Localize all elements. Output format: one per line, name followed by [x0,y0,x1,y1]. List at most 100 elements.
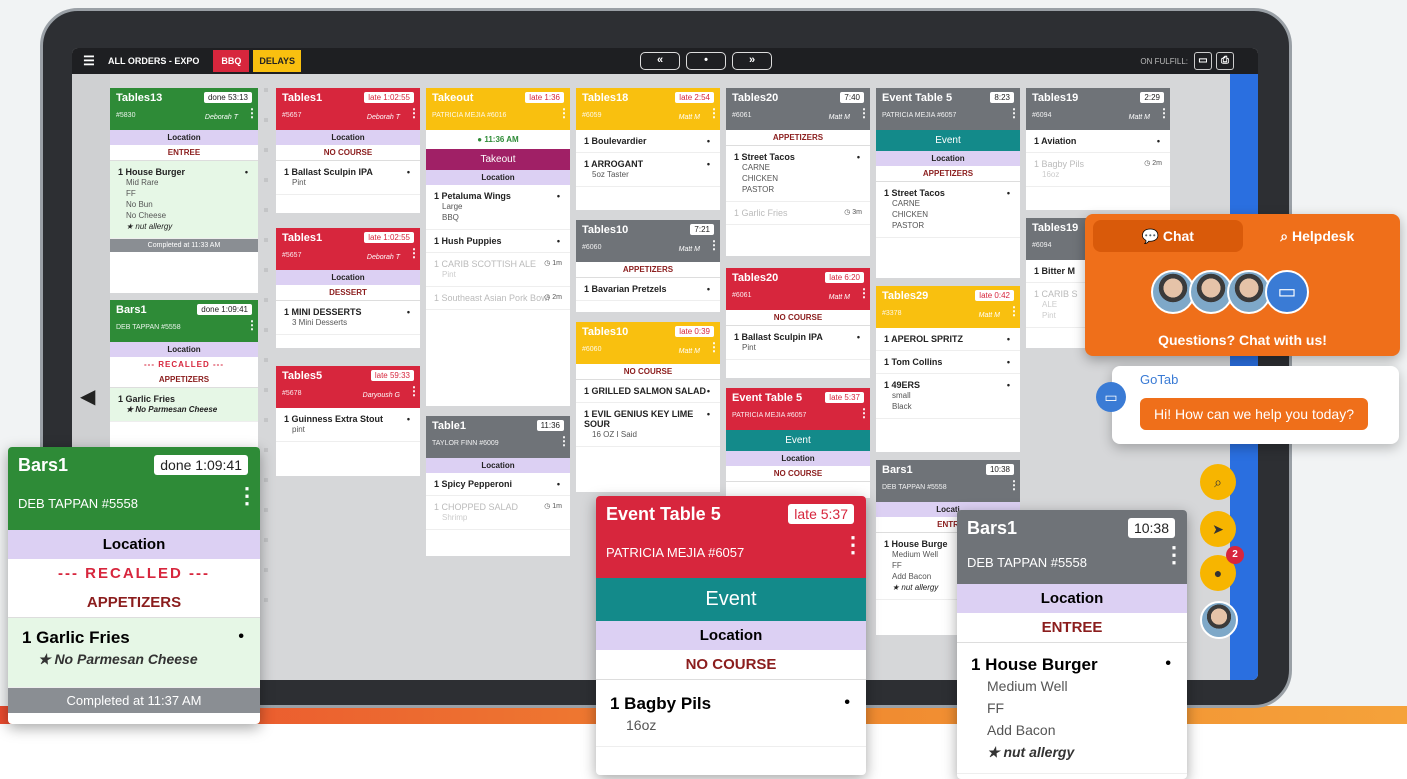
order-item[interactable]: 1 Spicy Pepperoni • [426,473,570,496]
chat-icon[interactable]: ▭ [1194,52,1212,70]
ticket-timer: 2:29 [1140,92,1164,103]
more-icon[interactable]: ⋮ [1008,479,1020,491]
greeting-message[interactable]: Hi! How can we help you today? [1140,398,1368,430]
order-item[interactable]: 1 Street Tacos • CARNE CHICKEN PASTOR [726,146,870,202]
zoom-ticket-bars1-recalled[interactable]: Bars1 done 1:09:41 DEB TAPPAN #5558 ⋮ Lo… [8,447,260,724]
ticket-table1[interactable]: Table1 11:36 TAYLOR FINN #6009 ⋮ Location 1… [426,416,570,556]
more-icon[interactable]: ⋮ [558,107,570,119]
chat-widget: 💬 Chat ⌕ Helpdesk ▭ Questions? Chat with… [1085,214,1400,356]
event-bar: Event [876,130,1020,151]
ticket-tables18[interactable]: Tables18 late 2:54 #6059 Matt M ⋮ 1 Boulevar… [576,88,720,210]
delays-filter-button[interactable]: DELAYS [253,50,302,72]
ticket-tables13[interactable]: Tables13 done 53:13 #5830 Deborah T ⋮ Locati… [110,88,258,293]
ticket-timer: done 1:09:41 [197,304,252,315]
ticket-tables20-a[interactable]: Tables20 7:40 #6061 Matt M ⋮ APPETIZERS 1 St… [726,88,870,256]
order-item[interactable]: 1 EVIL GENIUS KEY LIME SOUR • 16 OZ I Said [576,403,720,447]
ticket-tables29[interactable]: Tables29 late 0:42 #3378 Matt M ⋮ 1 APEROL S… [876,286,1020,452]
order-item[interactable]: 1 ARROGANT • 5oz Taster [576,153,720,187]
order-item[interactable]: 1 Tom Collins • [876,351,1020,374]
order-item[interactable]: 1 Ballast Sculpin IPA • Pint [726,326,870,360]
zoom-ticket-bars1-entree[interactable]: Bars1 10:38 DEB TAPPAN #5558 ⋮ Location … [957,510,1187,779]
view-title[interactable]: ALL ORDERS - EXPO [108,56,199,66]
bbq-filter-button[interactable]: BBQ [213,50,250,72]
next-page-button[interactable]: » [732,52,772,70]
chat-cta[interactable]: Questions? Chat with us! [1085,332,1400,348]
order-item[interactable]: 1 CARIB SCOTTISH ALE ◷ 1m Pint [426,253,570,287]
more-icon[interactable]: ⋮ [858,287,870,299]
more-icon[interactable]: ⋮ [842,534,864,556]
order-item[interactable]: 1 Ballast Sculpin IPA • Pint [276,161,420,195]
ticket-tables10-b[interactable]: Tables10 late 0:39 #6060 Matt M ⋮ NO COURSE … [576,322,720,492]
order-item[interactable]: 1 Bavarian Pretzels • [576,278,720,301]
ticket-tables20-b[interactable]: Tables20 late 6:20 #6061 Matt M ⋮ NO COURSE … [726,268,870,378]
order-item[interactable]: 1 Boulevardier • [576,130,720,153]
order-item[interactable]: 1 CHOPPED SALAD ◷ 1m Shrimp [426,496,570,530]
order-item[interactable]: 1 MINI DESSERTS • 3 Mini Desserts [276,301,420,335]
ticket-event-table5-a[interactable]: Event Table 5 late 5:37 PATRICIA MEJIA #60… [726,388,870,498]
order-item[interactable]: 1 House Burger • Medium Well FF Add Bacon ★ … [957,643,1187,774]
more-icon[interactable]: ⋮ [246,319,258,331]
more-icon[interactable]: ⋮ [236,485,258,507]
more-icon[interactable]: ⋮ [408,107,420,119]
more-icon[interactable]: ⋮ [558,435,570,447]
order-item[interactable]: 1 Southeast Asian Pork Bowl ◷ 2m [426,287,570,310]
order-item[interactable]: 1 49ERS • small Black [876,374,1020,419]
prev-page-button[interactable]: « [640,52,680,70]
more-icon[interactable]: ⋮ [1163,544,1185,566]
cursor-icon[interactable]: ➤ [1200,511,1236,547]
more-icon[interactable]: ⋮ [408,385,420,397]
ticket-event-table5-b[interactable]: Event Table 5 8:23 PATRICIA MEJIA #6057 ⋮ E… [876,88,1020,278]
zoom-ticket-event-table5[interactable]: Event Table 5 late 5:37 PATRICIA MEJIA #… [596,496,866,775]
ticket-tables19-a[interactable]: Tables19 2:29 #6094 Matt M ⋮ 1 Aviation • 1 B… [1026,88,1170,210]
more-icon[interactable]: ⋮ [1008,107,1020,119]
order-item[interactable]: 1 Petaluma Wings • Large BBQ [426,185,570,230]
more-icon[interactable]: ⋮ [1008,305,1020,317]
server-name: Matt M [828,114,850,121]
ticket-takeout[interactable]: Takeout late 1:36 PATRICIA MEJIA #6016 ⋮ ● … [426,88,570,406]
current-page-button[interactable]: • [686,52,726,70]
order-item[interactable]: 1 Garlic Fries ◷ 3m [726,202,870,225]
order-item[interactable]: 1 Hush Puppies • [426,230,570,253]
modifier: small [892,391,911,400]
ticket-header: Tables1 late 1:02:55 #5657 Deborah T ⋮ [276,228,420,270]
ticket-timer: late 59:33 [370,370,414,381]
more-icon[interactable]: ⋮ [858,407,870,419]
user-icon[interactable] [1200,601,1238,639]
menu-icon[interactable]: ☰ [78,53,100,69]
order-item[interactable]: 1 Bagby Pils • 16oz [596,680,866,747]
more-icon[interactable]: ⋮ [408,247,420,259]
modifier: pint [292,425,305,434]
search-icon[interactable]: ⌕ [1200,464,1236,500]
ticket-timer: 8:23 [990,92,1014,103]
order-item[interactable]: 1 Aviation • [1026,130,1170,153]
more-icon[interactable]: ⋮ [246,107,258,119]
item-timer: ◷ 3m [844,209,862,216]
gotab-message-card[interactable]: ▭ GoTab Hi! How can we help you today? [1096,366,1399,444]
order-item[interactable]: 1 Guinness Extra Stout • pint [276,408,420,442]
order-item[interactable]: 1 Bagby Pils ◷ 2m 16oz [1026,153,1170,187]
tab-chat-label: Chat [1162,228,1194,244]
order-item[interactable]: 1 APEROL SPRITZ • [876,328,1020,351]
tab-helpdesk[interactable]: ⌕ Helpdesk [1243,220,1393,252]
more-icon[interactable]: ⋮ [1158,107,1170,119]
print-icon[interactable]: ⎙ [1216,52,1234,70]
ticket-tables1-b[interactable]: Tables1 late 1:02:55 #5657 Deborah T ⋮ Locat… [276,228,420,348]
more-icon[interactable]: ⋮ [708,239,720,251]
order-item[interactable]: 1 House Burger • Mid Rare FF No Bun No Chees… [110,161,258,239]
modifier: CARNE [892,199,921,208]
tab-chat[interactable]: 💬 Chat [1093,220,1243,252]
left-arrow-icon[interactable]: ◀ [80,384,95,409]
course-label: NO COURSE [726,310,870,326]
ticket-tables1-a[interactable]: Tables1 late 1:02:55 #5657 Deborah T ⋮ Locat… [276,88,420,213]
ticket-bars1-small[interactable]: Bars1 done 1:09:41 DEB TAPPAN #5558 ⋮ Locat… [110,300,258,450]
order-item[interactable]: 1 GRILLED SALMON SALAD • [576,380,720,403]
order-item[interactable]: 1 Garlic Fries ★ No Parmesan Cheese [110,388,258,422]
more-icon[interactable]: ⋮ [708,107,720,119]
ticket-tables10-a[interactable]: Tables10 7:21 #6060 Matt M ⋮ APPETIZERS 1 Ba… [576,220,720,312]
ticket-header: Event Table 5 late 5:37 PATRICIA MEJIA #… [596,496,866,578]
order-item[interactable]: 1 Street Tacos • CARNE CHICKEN PASTOR [876,182,1020,238]
more-icon[interactable]: ⋮ [708,341,720,353]
more-icon[interactable]: ⋮ [858,107,870,119]
ticket-tables5[interactable]: Tables5 late 59:33 #5678 Daryoush G ⋮ 1 Guin… [276,366,420,476]
order-item[interactable]: 1 Garlic Fries • ★ No Parmesan Cheese [8,618,260,688]
